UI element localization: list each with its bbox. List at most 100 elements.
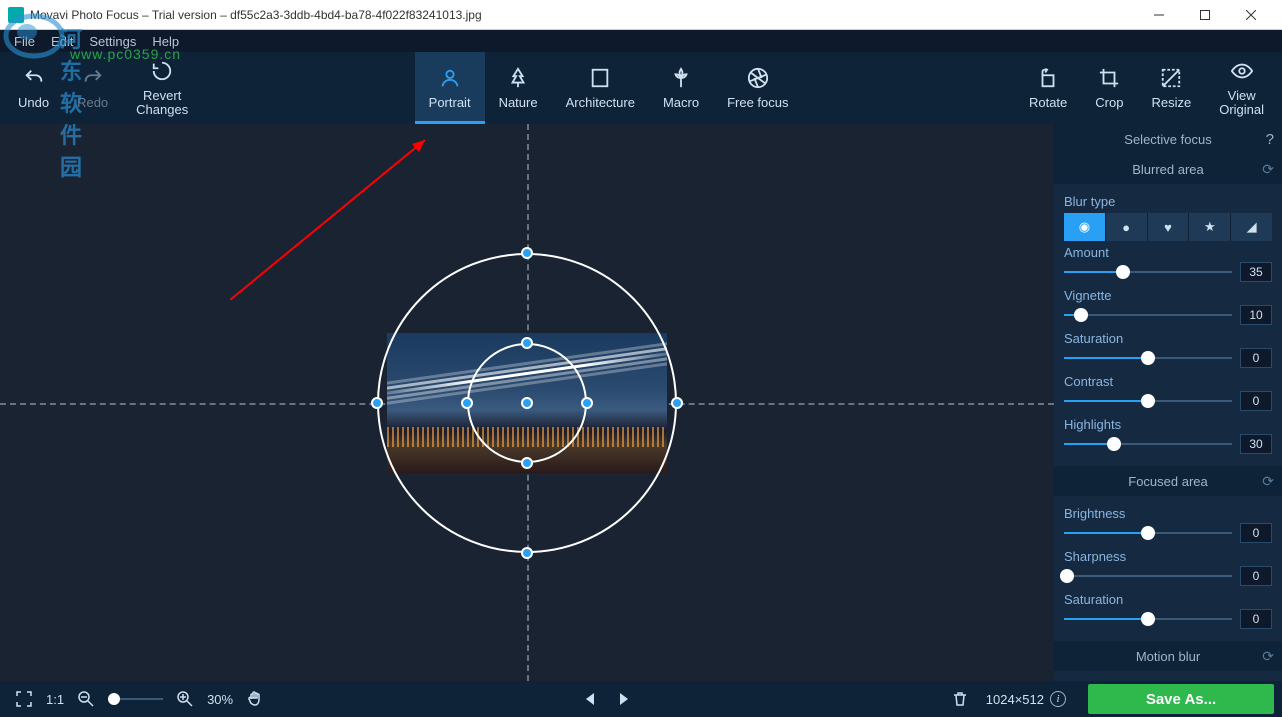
delete-button[interactable] (944, 683, 976, 715)
handle-outer-top[interactable] (521, 247, 533, 259)
undo-button[interactable]: Undo (4, 52, 63, 124)
crop-button[interactable]: Crop (1081, 52, 1137, 124)
nature-icon (506, 66, 530, 90)
save-as-button[interactable]: Save As... (1088, 684, 1274, 714)
dimensions-display: 1024×512 i (976, 691, 1076, 707)
amount-slider[interactable] (1064, 271, 1232, 273)
amount-value[interactable]: 35 (1240, 262, 1272, 282)
blur-type-heart[interactable]: ♥ (1148, 213, 1190, 241)
amount-label: Amount (1064, 245, 1272, 260)
brightness-slider[interactable] (1064, 532, 1232, 534)
saturation-value[interactable]: 0 (1240, 348, 1272, 368)
highlights-value[interactable]: 30 (1240, 434, 1272, 454)
titlebar: Movavi Photo Focus – Trial version – df5… (0, 0, 1282, 30)
f-saturation-label: Saturation (1064, 592, 1272, 607)
revert-icon (150, 59, 174, 83)
handle-center[interactable] (521, 397, 533, 409)
macro-button[interactable]: Macro (649, 52, 713, 124)
contrast-slider[interactable] (1064, 400, 1232, 402)
one-to-one-button[interactable]: 1:1 (40, 692, 70, 707)
aperture-icon (746, 66, 770, 90)
rotate-button[interactable]: Rotate (1015, 52, 1081, 124)
eye-icon (1230, 59, 1254, 83)
revert-button[interactable]: Revert Changes (122, 52, 202, 124)
app-icon (8, 7, 24, 23)
toolbar: Undo Redo Revert Changes Portrait Nature… (0, 52, 1282, 124)
sharpness-slider[interactable] (1064, 575, 1232, 577)
refresh-icon[interactable]: ⟳ (1262, 473, 1274, 490)
zoom-out-button[interactable] (70, 683, 102, 715)
brightness-value[interactable]: 0 (1240, 523, 1272, 543)
nature-button[interactable]: Nature (485, 52, 552, 124)
saturation-slider[interactable] (1064, 357, 1232, 359)
blur-type-row: ◉ ● ♥ ★ ◢ (1064, 213, 1272, 241)
annotation-arrow (230, 130, 440, 300)
resize-button[interactable]: Resize (1137, 52, 1205, 124)
architecture-icon (588, 66, 612, 90)
motion-blur-header[interactable]: Motion blur ⟳ (1054, 641, 1282, 671)
architecture-button[interactable]: Architecture (552, 52, 649, 124)
prev-button[interactable] (575, 683, 607, 715)
resize-icon (1159, 66, 1183, 90)
window-title: Movavi Photo Focus – Trial version – df5… (30, 8, 482, 22)
redo-icon (81, 66, 105, 90)
freefocus-button[interactable]: Free focus (713, 52, 802, 124)
menu-help[interactable]: Help (144, 34, 187, 49)
bottombar: 1:1 30% 1024×512 i Save As... (0, 681, 1282, 717)
view-original-button[interactable]: View Original (1205, 52, 1278, 124)
blurred-area-header[interactable]: Blurred area ⟳ (1054, 154, 1282, 184)
blur-type-circle[interactable]: ◉ (1064, 213, 1106, 241)
contrast-label: Contrast (1064, 374, 1272, 389)
menu-settings[interactable]: Settings (81, 34, 144, 49)
saturation-label: Saturation (1064, 331, 1272, 346)
vignette-value[interactable]: 10 (1240, 305, 1272, 325)
handle-inner-right[interactable] (581, 397, 593, 409)
fullscreen-button[interactable] (8, 683, 40, 715)
handle-outer-left[interactable] (371, 397, 383, 409)
info-icon[interactable]: i (1050, 691, 1066, 707)
sharpness-label: Sharpness (1064, 549, 1272, 564)
undo-icon (22, 66, 46, 90)
hand-tool-button[interactable] (239, 683, 271, 715)
handle-inner-left[interactable] (461, 397, 473, 409)
refresh-icon[interactable]: ⟳ (1262, 161, 1274, 178)
blur-type-triangle[interactable]: ◢ (1231, 213, 1272, 241)
zoom-level: 30% (201, 692, 239, 707)
next-button[interactable] (607, 683, 639, 715)
blur-type-dot[interactable]: ● (1106, 213, 1148, 241)
canvas-area[interactable] (0, 124, 1054, 681)
sharpness-value[interactable]: 0 (1240, 566, 1272, 586)
maximize-button[interactable] (1182, 0, 1228, 30)
menu-file[interactable]: File (6, 34, 43, 49)
f-saturation-slider[interactable] (1064, 618, 1232, 620)
zoom-in-button[interactable] (169, 683, 201, 715)
settings-panel: Selective focus ? Blurred area ⟳ Blur ty… (1054, 124, 1282, 681)
blur-type-label: Blur type (1064, 194, 1272, 209)
close-button[interactable] (1228, 0, 1274, 30)
handle-inner-top[interactable] (521, 337, 533, 349)
handle-outer-bottom[interactable] (521, 547, 533, 559)
vignette-label: Vignette (1064, 288, 1272, 303)
help-icon[interactable]: ? (1266, 131, 1274, 148)
blur-type-star[interactable]: ★ (1189, 213, 1231, 241)
zoom-slider[interactable] (108, 698, 163, 700)
minimize-button[interactable] (1136, 0, 1182, 30)
crop-icon (1097, 66, 1121, 90)
selective-focus-header: Selective focus ? (1054, 124, 1282, 154)
redo-button[interactable]: Redo (63, 52, 122, 124)
highlights-label: Highlights (1064, 417, 1272, 432)
highlights-slider[interactable] (1064, 443, 1232, 445)
f-saturation-value[interactable]: 0 (1240, 609, 1272, 629)
macro-icon (669, 66, 693, 90)
vignette-slider[interactable] (1064, 314, 1232, 316)
menu-edit[interactable]: Edit (43, 34, 81, 49)
focused-area-header[interactable]: Focused area ⟳ (1054, 466, 1282, 496)
contrast-value[interactable]: 0 (1240, 391, 1272, 411)
portrait-icon (438, 66, 462, 90)
brightness-label: Brightness (1064, 506, 1272, 521)
handle-inner-bottom[interactable] (521, 457, 533, 469)
menubar: File Edit Settings Help (0, 30, 1282, 52)
refresh-icon[interactable]: ⟳ (1262, 648, 1274, 665)
portrait-button[interactable]: Portrait (415, 52, 485, 124)
handle-outer-right[interactable] (671, 397, 683, 409)
